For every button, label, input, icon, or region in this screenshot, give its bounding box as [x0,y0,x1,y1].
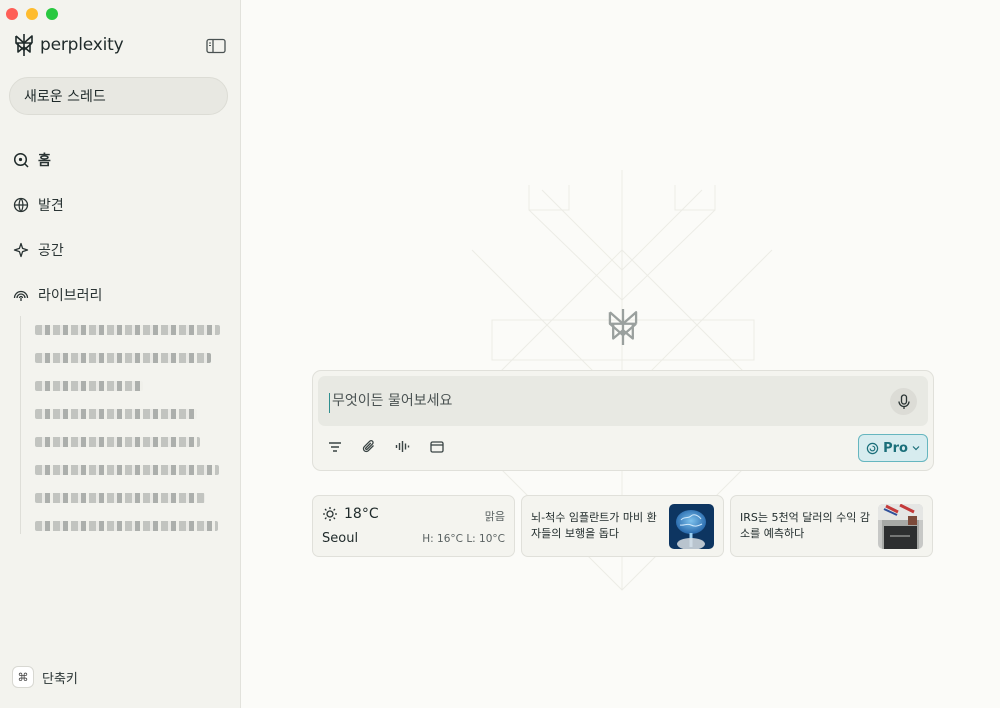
background-pattern [471,170,773,591]
brand-name: perplexity [40,35,124,55]
paperclip-icon [362,440,374,453]
new-thread-button[interactable]: 새로운 스레드 [9,77,228,115]
sidebar-item-label: 공간 [38,242,64,259]
building-image [878,504,923,549]
ask-box: Pro [312,370,934,471]
sidebar-item-label: 발견 [38,197,64,214]
close-window-button[interactable] [6,8,18,20]
weather-high-low: H: 16°C L: 10°C [422,533,505,545]
news-card[interactable]: 뇌-척수 임플란트가 마비 환자들의 보행을 돕다 [521,495,724,557]
minimize-window-button[interactable] [26,8,38,20]
history-item[interactable] [35,456,225,484]
home-search-icon [12,151,30,169]
sidebar-item-home[interactable]: 홈 [12,137,102,182]
sun-icon [323,507,337,521]
filter-icon [328,441,341,452]
pro-toggle-button[interactable]: Pro [858,434,928,462]
history-item[interactable] [35,344,225,372]
library-icon [12,286,30,304]
history-item[interactable] [35,372,225,400]
audio-wave-icon [395,441,410,452]
sidebar-item-label: 라이브러리 [38,287,103,304]
brand-logo[interactable]: perplexity [13,33,124,57]
focus-filter-button[interactable] [326,438,343,455]
news-title: IRS는 5천억 달러의 수익 감소를 예측하다 [740,511,870,540]
ask-input-container[interactable] [318,376,928,426]
window-controls [6,8,58,20]
zoom-window-button[interactable] [46,8,58,20]
globe-icon [12,196,30,214]
history-item[interactable] [35,400,225,428]
microphone-icon [897,393,910,409]
command-key-icon: ⌘ [12,666,34,688]
pro-label: Pro [883,440,908,456]
weather-city: Seoul [322,531,359,546]
shortcuts-button[interactable]: ⌘ 단축키 [12,666,78,688]
brain-image [669,504,714,549]
history-item[interactable] [35,512,225,540]
weather-temperature: 18°C [344,506,379,522]
chevron-down-icon [912,446,920,451]
weather-condition: 맑음 [484,510,505,523]
sidebar-panel-icon [206,38,226,54]
sidebar-item-label: 홈 [38,152,51,169]
audio-button[interactable] [394,438,411,455]
voice-input-button[interactable] [890,388,917,415]
text-caret [329,393,330,413]
sidebar-toggle-button[interactable] [206,38,226,54]
ask-input[interactable] [332,389,872,413]
ask-toolbar [326,438,445,455]
sidebar-item-library[interactable]: 라이브러리 [12,272,102,317]
sidebar: perplexity 새로운 스레드 홈 발견 공간 라이브러리 ⌘ 단축키 [0,0,241,708]
news-title: 뇌-척수 임플란트가 마비 환자들의 보행을 돕다 [531,511,657,540]
history-item[interactable] [35,316,225,344]
sidebar-item-discover[interactable]: 발견 [12,182,102,227]
window-icon [429,440,444,453]
main-area: Pro 18°C 맑음 Seoul H: 16°C L: 10°C 뇌-척수 임… [242,0,1000,708]
pro-spiral-icon [866,442,879,454]
news-card[interactable]: IRS는 5천억 달러의 수익 감소를 예측하다 [730,495,933,557]
perplexity-watermark-icon [608,309,638,345]
perplexity-logo-icon [15,34,33,56]
sidebar-nav: 홈 발견 공간 라이브러리 [12,137,102,317]
shortcuts-label: 단축키 [42,671,78,687]
history-item[interactable] [35,428,225,456]
suggestion-cards: 18°C 맑음 Seoul H: 16°C L: 10°C 뇌-척수 임플란트가… [312,495,933,557]
attach-button[interactable] [360,438,377,455]
sparkle-icon [12,241,30,259]
weather-card[interactable]: 18°C 맑음 Seoul H: 16°C L: 10°C [312,495,515,557]
library-history-list [20,316,225,534]
history-item[interactable] [35,484,225,512]
sidebar-item-spaces[interactable]: 공간 [12,227,102,272]
browser-window-button[interactable] [428,438,445,455]
